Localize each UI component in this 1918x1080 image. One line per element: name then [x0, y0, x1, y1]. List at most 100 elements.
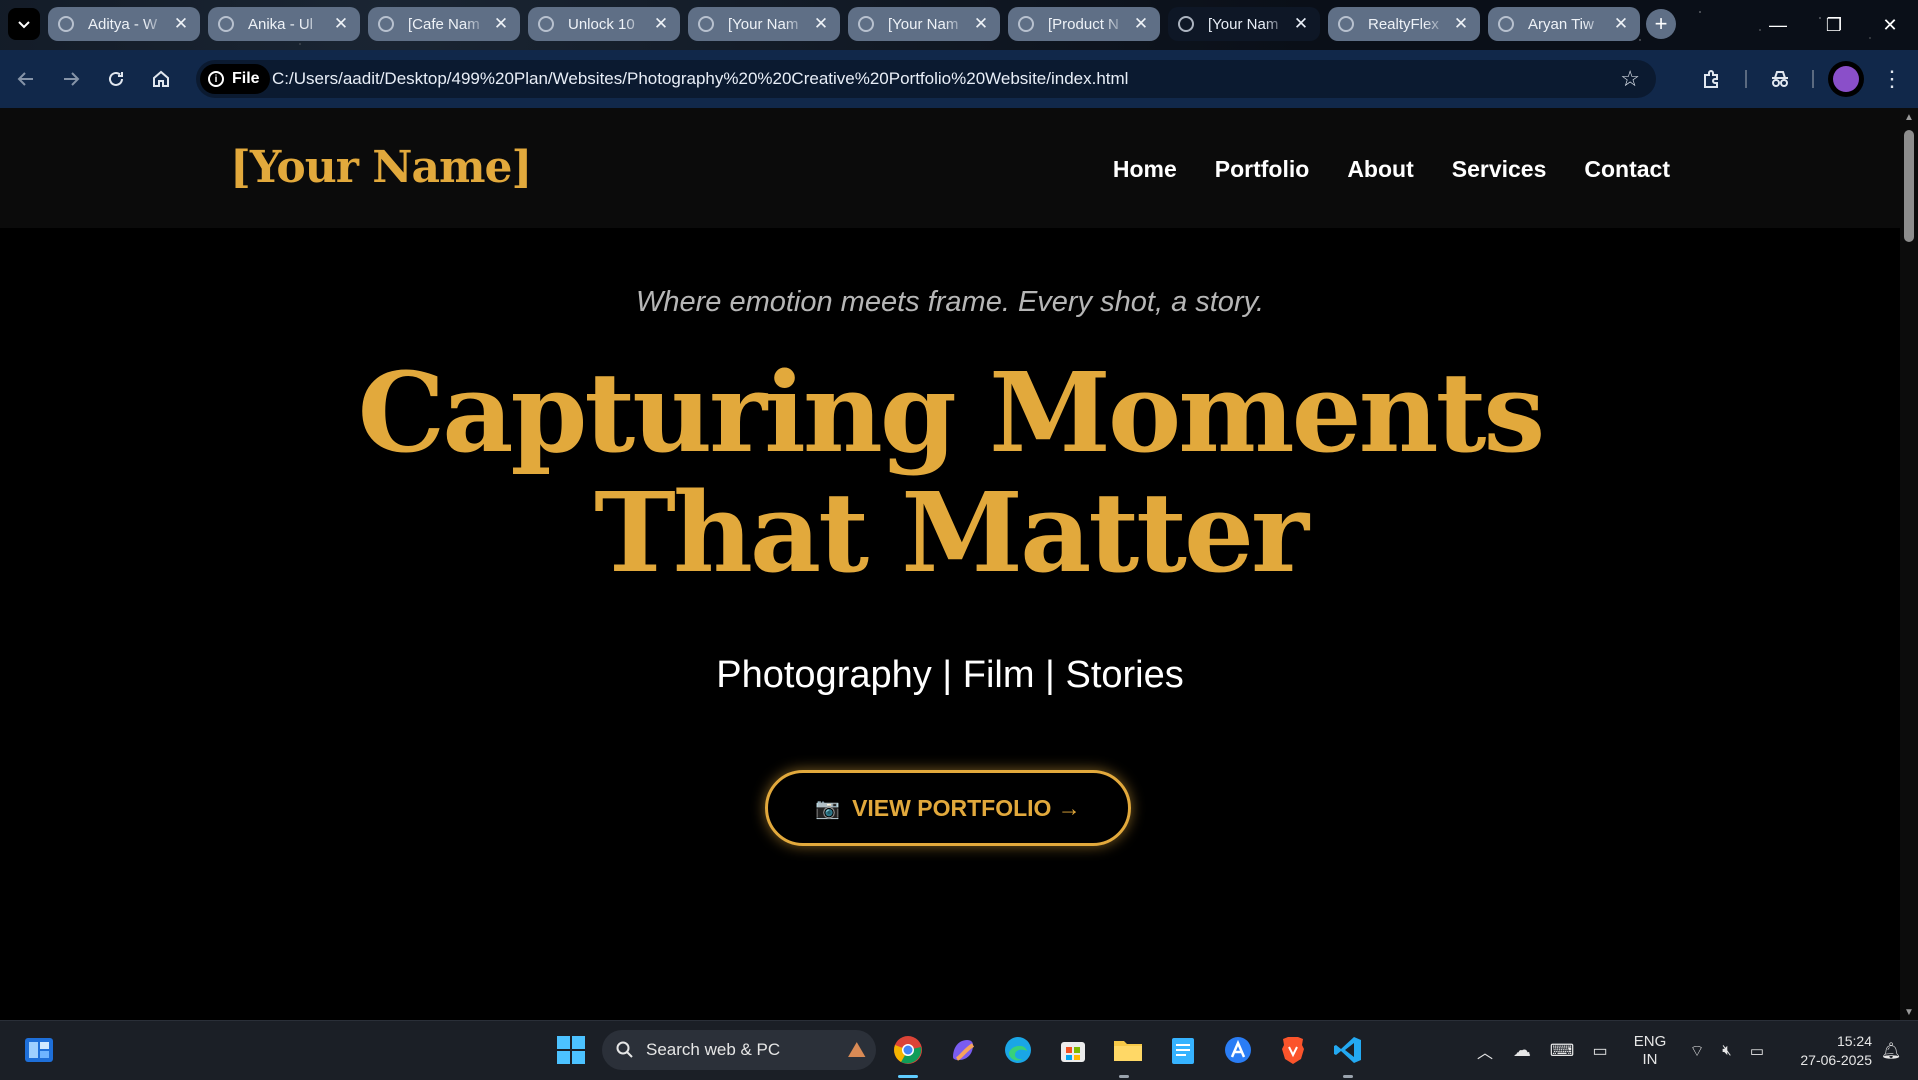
close-icon[interactable]: ✕ — [332, 14, 350, 34]
browser-tab[interactable]: Unlock 10 ✕ — [528, 7, 680, 41]
keyboard-button[interactable]: ⌨ — [1548, 1021, 1576, 1080]
taskbar-brave[interactable] — [1274, 1031, 1312, 1069]
hero-tagline: Where emotion meets frame. Every shot, a… — [635, 286, 1265, 318]
globe-icon — [1338, 16, 1354, 32]
clock[interactable]: 15:24 27-06-2025 — [1782, 1021, 1872, 1080]
taskbar-vscode[interactable] — [1329, 1031, 1367, 1069]
running-app-indicator — [1343, 1075, 1353, 1078]
notification-bell-icon: 🔔︎ — [1880, 1042, 1902, 1060]
globe-icon — [378, 16, 394, 32]
search-highlight-icon: ⛰ — [847, 1037, 866, 1062]
site-header: [Your Name] Home Portfolio About Service… — [0, 108, 1900, 228]
browser-tab-active[interactable]: [Your Nam ✕ — [1168, 7, 1320, 41]
onedrive-button[interactable]: ☁ — [1508, 1021, 1536, 1080]
taskbar-copilot[interactable] — [944, 1031, 982, 1069]
scroll-down-icon[interactable]: ▼ — [1904, 1007, 1914, 1018]
display-button[interactable]: ▭ — [1586, 1021, 1614, 1080]
taskbar-search[interactable]: Search web & PC ⛰ — [602, 1030, 876, 1070]
taskbar-notepad[interactable] — [1164, 1031, 1202, 1069]
tab-title: RealtyFlex — [1368, 15, 1439, 33]
language-code: ENG — [1633, 1032, 1667, 1050]
arrow-right-icon — [64, 72, 80, 86]
taskbar-edge[interactable] — [999, 1031, 1037, 1069]
scrollbar-thumb[interactable] — [1904, 130, 1914, 242]
browser-tab[interactable]: [Product N ✕ — [1008, 7, 1160, 41]
plus-icon: + — [1654, 11, 1668, 36]
extensions-button[interactable] — [1696, 63, 1728, 95]
close-window-button[interactable]: ✕ — [1862, 0, 1918, 50]
taskbar-store[interactable] — [1054, 1031, 1092, 1069]
taskbar-app-a[interactable] — [1219, 1031, 1257, 1069]
star-icon[interactable]: ☆ — [1620, 66, 1640, 92]
page-scrollbar[interactable]: ▲ ▼ — [1900, 108, 1918, 1020]
close-icon[interactable]: ✕ — [1132, 14, 1150, 34]
close-icon[interactable]: ✕ — [492, 14, 510, 34]
close-icon[interactable]: ✕ — [652, 14, 670, 34]
browser-tab[interactable]: [Your Nam ✕ — [688, 7, 840, 41]
close-icon[interactable]: ✕ — [972, 14, 990, 34]
hero-title: Capturing Moments That Matter — [0, 353, 1900, 593]
tab-list: Aditya - W ✕ Anika - Ul ✕ [Cafe Nam ✕ Unloc… — [48, 7, 1640, 41]
browser-tab[interactable]: Aditya - W ✕ — [48, 7, 200, 41]
tab-search-button[interactable] — [8, 8, 40, 40]
wifi-button[interactable]: ⌔ — [1684, 1021, 1710, 1080]
restore-button[interactable]: ❐ — [1806, 0, 1862, 50]
start-button[interactable] — [552, 1031, 590, 1069]
profile-avatar[interactable] — [1828, 61, 1864, 97]
nav-portfolio[interactable]: Portfolio — [1215, 156, 1310, 183]
notifications-button[interactable]: 🔔︎ — [1876, 1021, 1906, 1080]
view-portfolio-button[interactable]: 📷 VIEW PORTFOLIO → — [765, 770, 1131, 846]
browser-tab[interactable]: [Cafe Nam ✕ — [368, 7, 520, 41]
close-icon[interactable]: ✕ — [1452, 14, 1470, 34]
nav-home[interactable]: Home — [1113, 156, 1177, 183]
clock-date: 27-06-2025 — [1800, 1051, 1872, 1068]
browser-tab[interactable]: RealtyFlex ✕ — [1328, 7, 1480, 41]
taskbar-chrome[interactable] — [889, 1031, 927, 1069]
battery-button[interactable]: ▭ — [1744, 1021, 1770, 1080]
webpage: [Your Name] Home Portfolio About Service… — [0, 108, 1900, 1020]
wifi-icon: ⌔ — [1689, 1042, 1705, 1060]
site-logo[interactable]: [Your Name] — [230, 142, 532, 193]
browser-tab[interactable]: Aryan Tiw ✕ — [1488, 7, 1640, 41]
widgets-icon — [25, 1038, 53, 1062]
tab-title: [Your Nam — [728, 15, 799, 33]
minimize-button[interactable]: — — [1750, 0, 1806, 50]
hero-title-line1: Capturing Moments — [357, 348, 1546, 477]
tab-title: Unlock 10 — [568, 15, 635, 33]
search-icon — [616, 1041, 633, 1058]
globe-icon — [1018, 16, 1034, 32]
reload-icon — [109, 71, 123, 86]
notepad-icon — [1172, 1038, 1194, 1064]
site-info-chip[interactable]: i File — [200, 64, 270, 94]
close-icon[interactable]: ✕ — [1292, 14, 1310, 34]
address-bar[interactable]: i File C:/Users/aadit/Desktop/499%20Plan… — [196, 60, 1656, 98]
reload-button[interactable] — [100, 63, 132, 95]
browser-tab[interactable]: Anika - Ul ✕ — [208, 7, 360, 41]
show-hidden-icons-button[interactable]: ︿ — [1470, 1021, 1500, 1080]
nav-services[interactable]: Services — [1452, 156, 1547, 183]
nav-about[interactable]: About — [1347, 156, 1413, 183]
forward-button[interactable] — [55, 63, 87, 95]
toolbar-divider — [1812, 70, 1814, 88]
incognito-button[interactable] — [1764, 63, 1796, 95]
cloud-icon: ☁ — [1513, 1040, 1531, 1060]
scroll-up-icon[interactable]: ▲ — [1904, 112, 1914, 123]
home-button[interactable] — [145, 63, 177, 95]
tab-title: [Cafe Nam — [408, 15, 480, 33]
widgets-button[interactable] — [20, 1031, 58, 1069]
nav-contact[interactable]: Contact — [1584, 156, 1670, 183]
windows-taskbar: Search web & PC ⛰ ︿ ☁ ⌨ ▭ ENG IN ⌔ 🔇︎ ▭ … — [0, 1020, 1918, 1080]
volume-button[interactable]: 🔇︎ — [1714, 1021, 1740, 1080]
language-indicator[interactable]: ENG IN — [1628, 1021, 1672, 1080]
menu-button[interactable]: ⋮ — [1876, 63, 1908, 95]
new-tab-button[interactable]: + — [1646, 9, 1676, 39]
hero-subtitle: Photography | Film | Stories — [716, 654, 1184, 696]
close-icon[interactable]: ✕ — [172, 14, 190, 34]
browser-tab[interactable]: [Your Nam ✕ — [848, 7, 1000, 41]
taskbar-file-explorer[interactable] — [1109, 1031, 1147, 1069]
avatar-icon — [1833, 66, 1859, 92]
url-text[interactable]: C:/Users/aadit/Desktop/499%20Plan/Websit… — [272, 69, 1128, 89]
close-icon[interactable]: ✕ — [812, 14, 830, 34]
close-icon[interactable]: ✕ — [1612, 14, 1630, 34]
back-button[interactable] — [10, 63, 42, 95]
